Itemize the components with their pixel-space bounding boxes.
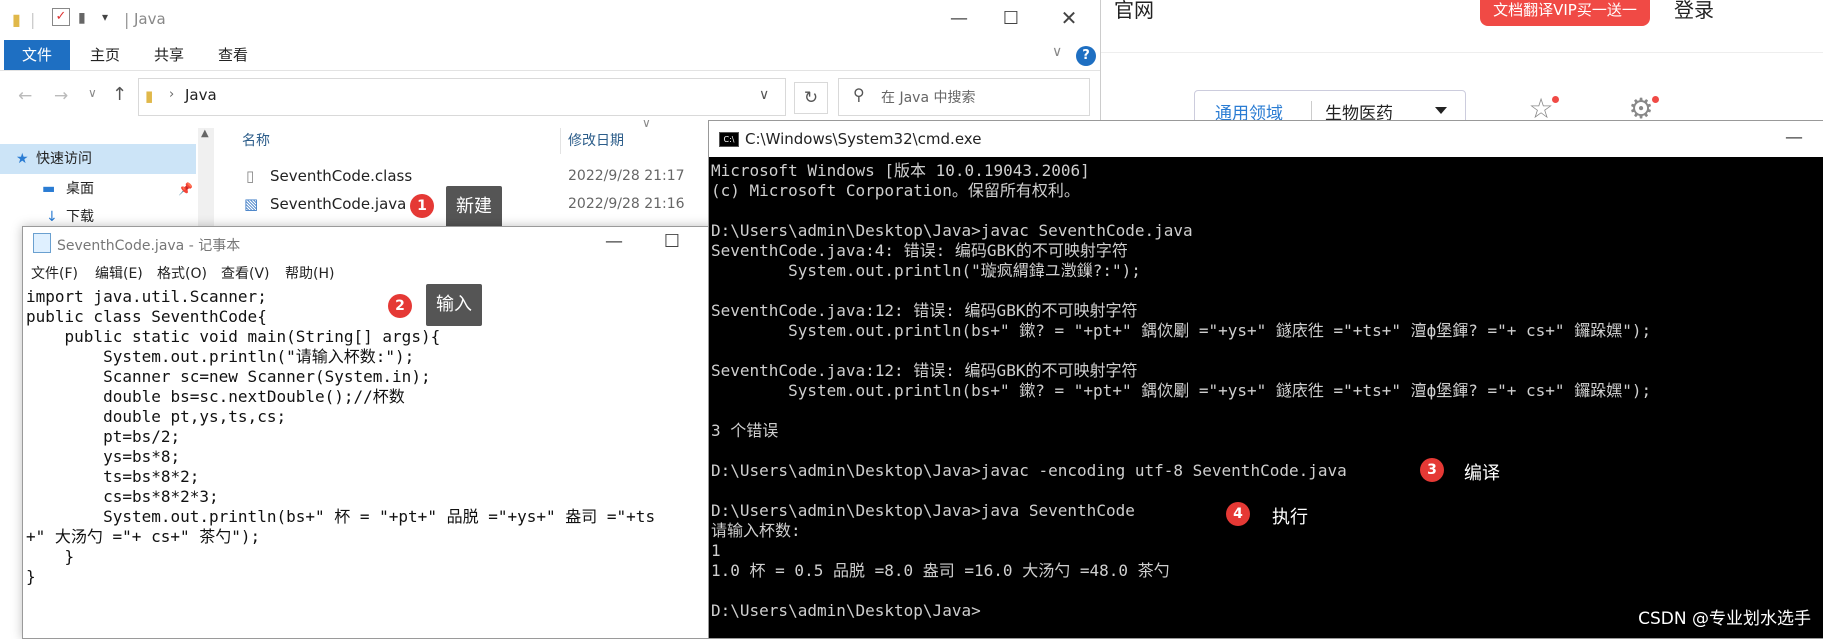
notepad-titlebar: SeventhCode.java - 记事本 — ☐: [23, 227, 713, 261]
menu-view[interactable]: 查看(V): [221, 263, 270, 283]
file-icon: ▯: [246, 167, 255, 185]
step-label-compile: 编译: [1464, 463, 1500, 484]
divider: |: [124, 10, 130, 29]
address-row: ← → ∨ ↑ ▮ › Java ∨ ↻ ⚲ 在 Java 中搜索: [0, 74, 1100, 120]
nav-label: 快速访问: [36, 151, 92, 167]
window-title: C:\Windows\System32\cmd.exe: [745, 130, 982, 148]
minimize-icon[interactable]: —: [599, 231, 629, 252]
back-icon[interactable]: ←: [18, 86, 32, 106]
file-date: 2022/9/28 21:16: [568, 196, 685, 212]
cmd-titlebar: C:\ C:\Windows\System32\cmd.exe —: [709, 121, 1823, 157]
ribbon-tabs: 文件 主页 共享 查看 ∨ ?: [0, 40, 1100, 71]
chevron-down-icon[interactable]: ▾: [102, 10, 108, 24]
tab-share[interactable]: 共享: [136, 40, 202, 70]
chevron-down-icon[interactable]: ∨: [1052, 44, 1062, 60]
folder-icon: ▮: [12, 10, 21, 29]
column-divider: [560, 128, 561, 154]
nav-item-desktop[interactable]: ▬ 桌面 📌: [0, 174, 196, 204]
menu-file[interactable]: 文件(F): [31, 263, 78, 283]
notepad-icon: [33, 233, 51, 253]
chevron-down-icon[interactable]: ∨: [88, 86, 97, 100]
nav-scrollbar[interactable]: ▲: [198, 128, 214, 228]
file-date: 2022/9/28 21:17: [568, 168, 685, 184]
address-path: Java: [185, 86, 217, 104]
menu-format[interactable]: 格式(O): [157, 263, 207, 283]
column-header-date[interactable]: 修改日期: [568, 130, 624, 150]
minimize-icon[interactable]: —: [1779, 127, 1809, 148]
maximize-icon[interactable]: ☐: [657, 231, 687, 252]
checkbox-icon[interactable]: ✓: [52, 8, 70, 26]
explorer-titlebar: ▮ | ✓ ▮ ▾ | Java — ☐ ✕: [0, 0, 1100, 40]
chevron-down-icon[interactable]: ∨: [759, 87, 769, 103]
watermark: CSDN @专业划水选手: [1638, 609, 1811, 629]
folder-icon: ▮: [78, 10, 86, 26]
divider: |: [30, 10, 36, 29]
search-box[interactable]: ⚲ 在 Java 中搜索: [838, 78, 1090, 116]
notepad-menubar: 文件(F) 编辑(E) 格式(O) 查看(V) 帮助(H): [23, 261, 713, 285]
tab-view[interactable]: 查看: [200, 40, 266, 70]
step-badge-4: 4: [1226, 502, 1250, 526]
notification-dot: [1552, 96, 1559, 103]
login-link[interactable]: 登录: [1674, 0, 1714, 23]
chevron-right-icon[interactable]: ›: [169, 87, 174, 102]
maximize-icon[interactable]: ☐: [996, 8, 1026, 29]
browser-header: 官网 文档翻译VIP买一送一 登录: [1100, 0, 1823, 53]
search-placeholder: 在 Java 中搜索: [881, 90, 976, 106]
star-icon: ★: [16, 151, 29, 167]
nav-item-quick-access[interactable]: ★ 快速访问: [0, 144, 196, 174]
window-title: Java: [134, 10, 166, 28]
java-file-icon: ▧: [244, 195, 259, 213]
filter-divider: [1311, 101, 1312, 121]
window-title: SeventhCode.java - 记事本: [57, 238, 241, 254]
menu-help[interactable]: 帮助(H): [285, 263, 334, 283]
notepad-window: SeventhCode.java - 记事本 — ☐ 文件(F) 编辑(E) 格…: [22, 226, 714, 639]
step-label-new: 新建: [446, 186, 502, 228]
refresh-icon[interactable]: ↻: [794, 82, 828, 114]
menu-edit[interactable]: 编辑(E): [95, 263, 143, 283]
column-header-name[interactable]: 名称: [242, 130, 270, 150]
help-icon[interactable]: ?: [1076, 46, 1096, 66]
file-name: SeventhCode.class: [270, 167, 413, 185]
step-label-input: 输入: [426, 284, 482, 326]
tab-file[interactable]: 文件: [4, 40, 71, 70]
nav-label: 桌面: [66, 181, 94, 197]
notification-dot: [1652, 96, 1659, 103]
notepad-editor[interactable]: import java.util.Scanner; public class S…: [26, 287, 710, 637]
step-badge-2: 2: [388, 294, 412, 318]
vip-promo-button[interactable]: 文档翻译VIP买一送一: [1480, 0, 1650, 26]
chevron-down-icon: ∨: [642, 116, 651, 130]
nav-label: 下载: [66, 209, 94, 225]
address-bar[interactable]: ▮ › Java ∨: [138, 78, 786, 116]
file-name: SeventhCode.java: [270, 195, 407, 213]
pin-icon[interactable]: 📌: [178, 174, 193, 204]
cmd-output[interactable]: Microsoft Windows [版本 10.0.19043.2006] (…: [711, 161, 1821, 638]
up-icon[interactable]: ↑: [112, 84, 127, 105]
step-label-execute: 执行: [1272, 507, 1308, 528]
cmd-icon: C:\: [719, 132, 739, 147]
chevron-down-icon[interactable]: [1435, 107, 1447, 114]
search-icon: ⚲: [853, 85, 865, 104]
desktop-icon: ▬: [42, 181, 56, 197]
step-badge-1: 1: [410, 194, 434, 218]
folder-icon: ▮: [145, 87, 154, 105]
tab-home[interactable]: 主页: [72, 40, 138, 70]
step-badge-3: 3: [1420, 458, 1444, 482]
forward-icon[interactable]: →: [54, 86, 68, 106]
cmd-window: C:\ C:\Windows\System32\cmd.exe — Micros…: [708, 120, 1823, 639]
official-site-link[interactable]: 官网: [1114, 0, 1154, 23]
minimize-icon[interactable]: —: [944, 8, 974, 29]
close-icon[interactable]: ✕: [1054, 6, 1084, 30]
